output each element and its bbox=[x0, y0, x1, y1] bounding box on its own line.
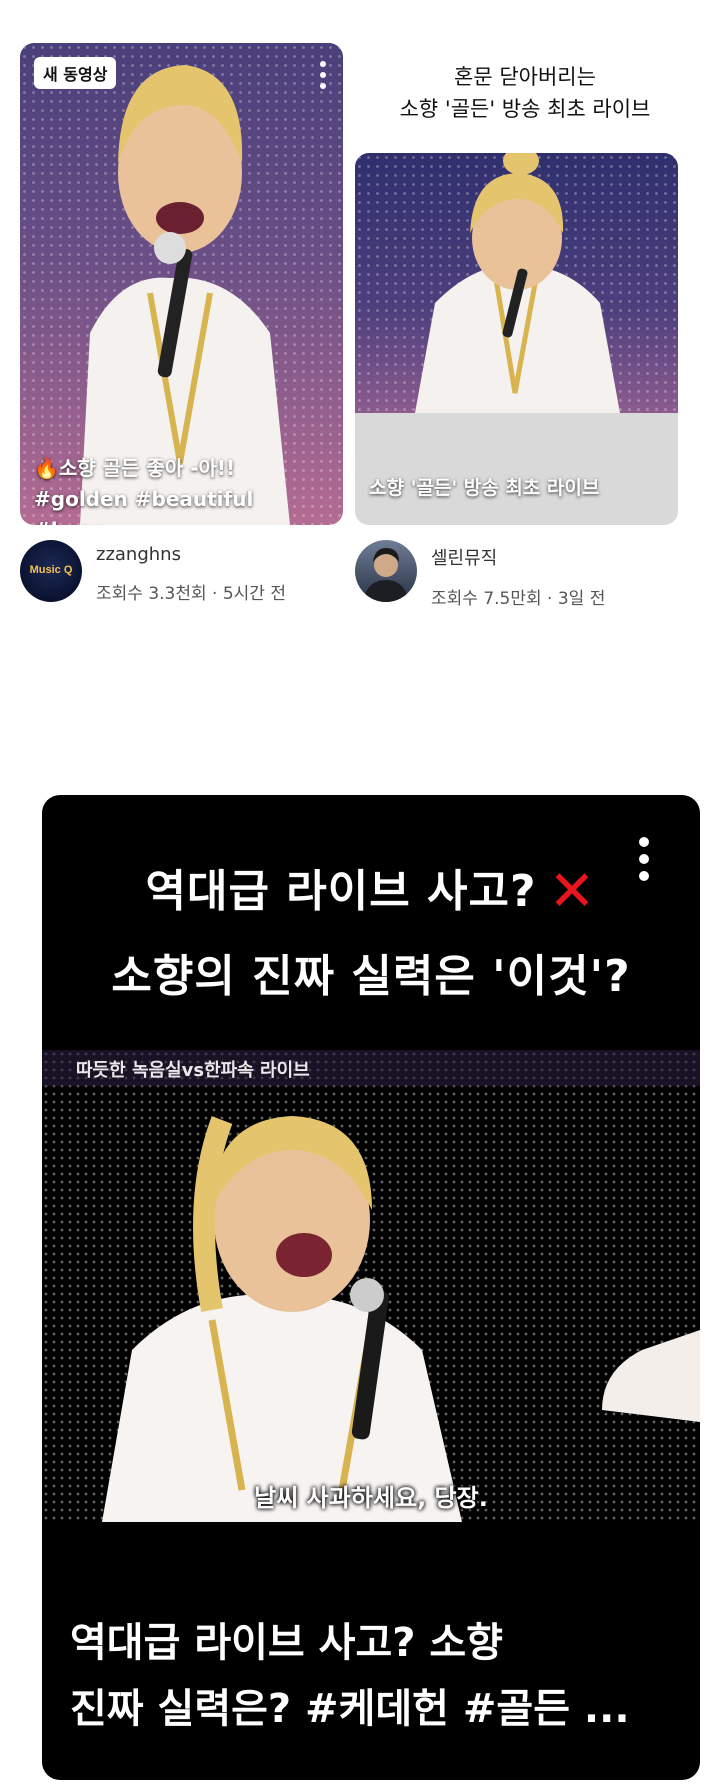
new-video-badge: 새 동영상 bbox=[34, 57, 117, 89]
featured-short-card[interactable]: 역대급 라이브 사고? ✕ 소향의 진짜 실력은 '이것'? 따듯한 녹음실vs한… bbox=[42, 795, 700, 1780]
short-video-card-1[interactable]: 새 동영상 🔥소향 골든 좋아 -아!! #golden #beautiful … bbox=[20, 43, 343, 525]
headline-text: 역대급 라이브 사고? bbox=[145, 866, 537, 917]
video-subtitle: 날씨 사과하세요, 당장. bbox=[254, 1484, 488, 1512]
featured-caption: 역대급 라이브 사고? 소향 진짜 실력은? #케데헌 #골든 ... bbox=[70, 1610, 680, 1742]
channel-info-1[interactable]: Music Q zzanghns 조회수 3.3천회 · 5시간 전 bbox=[20, 540, 286, 604]
singer-figure bbox=[415, 153, 620, 413]
x-mark-icon: ✕ bbox=[548, 859, 597, 924]
short-caption: 소향 '골든' 방송 최초 라이브 bbox=[369, 477, 600, 499]
caption-line-2: 진짜 실력은? #케데헌 #골든 ... bbox=[70, 1686, 630, 1732]
overlay-title: 혼문 닫아버리는 소향 '골든' 방송 최초 라이브 bbox=[355, 61, 695, 125]
channel-avatar[interactable] bbox=[355, 540, 417, 602]
short-video-card-2[interactable]: 혼문 닫아버리는 소향 '골든' 방송 최초 라이브 소향 '골든' 방송 최초… bbox=[355, 43, 695, 525]
short-caption: 🔥소향 골든 좋아 -아!! #golden #beautiful #kpop.… bbox=[34, 453, 333, 525]
avatar-portrait bbox=[363, 548, 409, 602]
singer-figure bbox=[102, 1116, 700, 1522]
avatar-logo-text: Music Q bbox=[29, 564, 73, 576]
video-meta: 조회수 7.5만회 · 3일 전 bbox=[431, 589, 606, 609]
caption-line-1: 🔥소향 골든 좋아 -아!! bbox=[34, 456, 236, 480]
caption-line-1: 역대급 라이브 사고? 소향 bbox=[70, 1620, 503, 1666]
video-meta: 조회수 3.3천회 · 5시간 전 bbox=[96, 584, 286, 604]
channel-info-2[interactable]: 셀린뮤직 조회수 7.5만회 · 3일 전 bbox=[355, 540, 605, 609]
more-options-icon[interactable] bbox=[315, 61, 331, 89]
overlay-title-line-2: 소향 '골든' 방송 최초 라이브 bbox=[399, 97, 651, 121]
more-options-icon[interactable] bbox=[636, 837, 652, 881]
headline-line-1: 역대급 라이브 사고? ✕ bbox=[42, 855, 700, 924]
caption-line-2: #golden #beautiful #kpop... bbox=[34, 487, 254, 525]
video-frame: 따듯한 녹음실vs한파속 라이브 날씨 사과하세요, 당장. bbox=[42, 1050, 700, 1522]
channel-name[interactable]: 셀린뮤직 bbox=[431, 544, 605, 570]
channel-avatar[interactable]: Music Q bbox=[20, 540, 82, 602]
headline-line-2: 소향의 진짜 실력은 '이것'? bbox=[111, 951, 631, 1002]
channel-name[interactable]: zzanghns bbox=[96, 544, 286, 565]
caption-panel bbox=[355, 413, 678, 525]
overlay-title-line-1: 혼문 닫아버리는 bbox=[454, 65, 596, 89]
video-thumbnail: 소향 '골든' 방송 최초 라이브 bbox=[355, 153, 678, 525]
